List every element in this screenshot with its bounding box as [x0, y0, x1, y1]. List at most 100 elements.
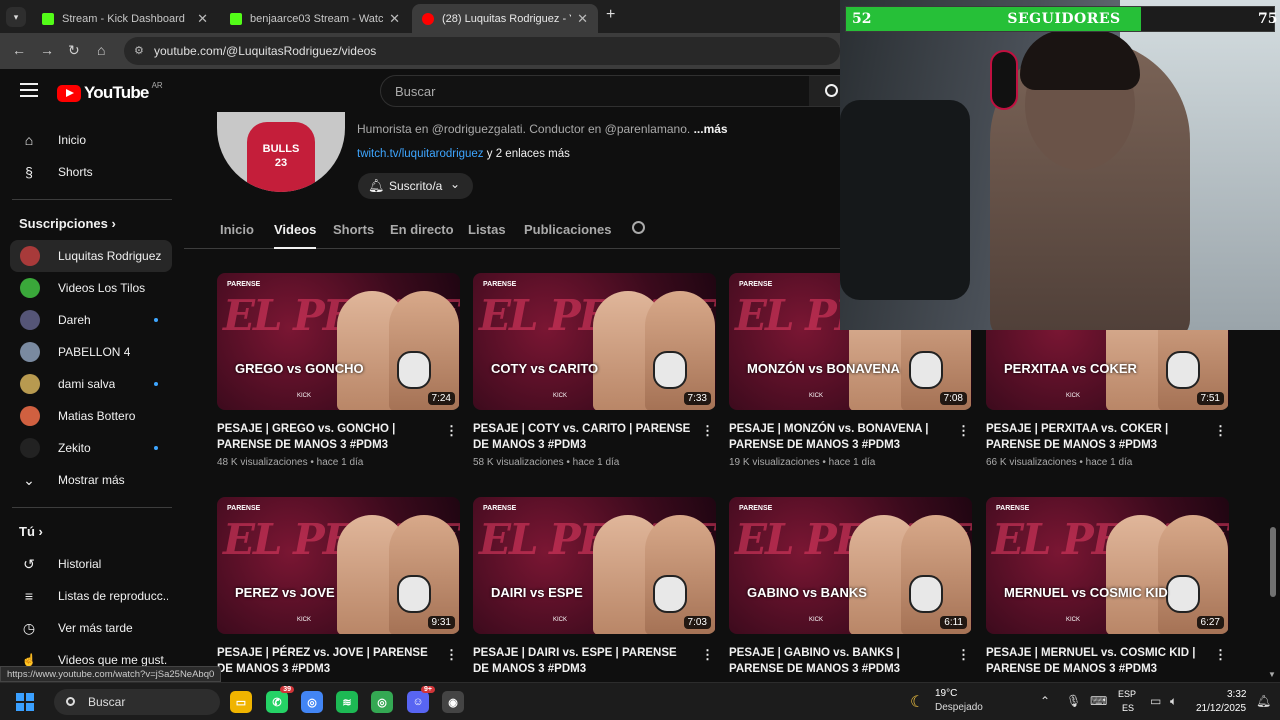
thumb-names: MERNUEL vs COSMIC KID: [1004, 585, 1168, 600]
site-info-icon[interactable]: ⚙: [134, 44, 144, 57]
video-title[interactable]: PESAJE | PERXITAA vs. COKER | PARENSE DE…: [986, 421, 1208, 453]
tab-listas[interactable]: Listas: [468, 222, 506, 237]
discord-icon[interactable]: ☺ 9+: [407, 686, 435, 713]
sidebar-subscription-item[interactable]: Zekito: [10, 432, 172, 464]
more-options-icon[interactable]: ⋮: [445, 647, 458, 663]
subscribed-button[interactable]: 🔔︎ Suscrito/a ⌄: [358, 173, 473, 199]
keyboard-icon[interactable]: ⌨: [1090, 694, 1107, 708]
video-card[interactable]: PARENSEEL PESAJEDAIRI vs ESPEKICK7:03 PES…: [473, 497, 716, 687]
sidebar-subscription-item[interactable]: Dareh: [10, 304, 172, 336]
more-options-icon[interactable]: ⋮: [701, 647, 714, 663]
video-thumbnail[interactable]: PARENSEEL PESAJEMERNUEL vs COSMIC KIDKIC…: [986, 497, 1229, 634]
channel-description[interactable]: Humorista en @rodriguezgalati. Conductor…: [357, 122, 728, 136]
sidebar-subscription-item[interactable]: Videos Los Tilos: [10, 272, 172, 304]
sidebar-subscription-item[interactable]: Matias Bottero: [10, 400, 172, 432]
forward-icon[interactable]: →: [40, 42, 54, 58]
chevron-up-icon[interactable]: ⌃: [1040, 694, 1050, 708]
video-title[interactable]: PESAJE | DAIRI vs. ESPE | PARENSE DE MAN…: [473, 645, 695, 677]
url-field[interactable]: ⚙ youtube.com/@LuquitasRodriguez/videos: [124, 37, 840, 65]
search-input[interactable]: Buscar: [380, 75, 810, 107]
browser-tab-1[interactable]: Stream - Kick Dashboard ✕: [32, 4, 218, 33]
weather-temp[interactable]: 19°C: [935, 688, 957, 699]
video-card[interactable]: PARENSEEL PESAJEMERNUEL vs COSMIC KIDKIC…: [986, 497, 1229, 687]
more-options-icon[interactable]: ⋮: [1214, 423, 1227, 439]
tab-publicaciones[interactable]: Publicaciones: [524, 222, 611, 237]
sidebar-subscription-item[interactable]: PABELLON 4: [10, 336, 172, 368]
file-explorer-icon[interactable]: ▭: [230, 691, 252, 713]
new-tab-button[interactable]: +: [606, 6, 615, 24]
tab-search-icon[interactable]: ▾: [6, 7, 26, 27]
close-icon[interactable]: ✕: [389, 11, 400, 27]
video-card[interactable]: PARENSEEL PESAJEGREGO vs GONCHOKICK7:24 P…: [217, 273, 460, 468]
windows-start-icon[interactable]: [16, 693, 34, 711]
volume-icon[interactable]: 🔈︎: [1170, 694, 1177, 709]
video-title[interactable]: PESAJE | MONZÓN vs. BONAVENA | PARENSE D…: [729, 421, 951, 453]
sidebar-item-historial[interactable]: ↺ Historial: [10, 548, 172, 580]
scroll-down-icon[interactable]: ▼: [1268, 670, 1276, 679]
video-meta: 66 K visualizaciones • hace 1 día: [986, 457, 1133, 468]
sidebar-item-shorts[interactable]: § Shorts: [10, 156, 172, 188]
bio-more-link[interactable]: ...más: [694, 122, 728, 136]
browser-tab-2[interactable]: benjaarce03 Stream - Watch Live on Kick …: [220, 4, 410, 33]
more-links[interactable]: y 2 enlaces más: [487, 148, 570, 160]
obs-icon[interactable]: ◉: [442, 691, 464, 713]
video-title[interactable]: PESAJE | COTY vs. CARITO | PARENSE DE MA…: [473, 421, 695, 453]
channel-link[interactable]: twitch.tv/luquitarodriguez: [357, 148, 484, 160]
video-title[interactable]: PESAJE | GABINO vs. BANKS | PARENSE DE M…: [729, 645, 951, 677]
notification-bell-icon[interactable]: 🔔︎: [1256, 694, 1271, 708]
youtube-logo[interactable]: YouTube AR: [57, 81, 163, 103]
video-card[interactable]: PARENSEEL PESAJEGABINO vs BANKSKICK6:11 P…: [729, 497, 972, 687]
video-card[interactable]: PARENSEEL PESAJEPEREZ vs JOVEKICK9:31 PES…: [217, 497, 460, 687]
subscriptions-heading[interactable]: Suscripciones ›: [19, 216, 116, 231]
more-options-icon[interactable]: ⋮: [957, 647, 970, 663]
tab-videos[interactable]: Videos: [274, 222, 317, 249]
channel-search-icon[interactable]: [632, 221, 645, 234]
browser-tab-3[interactable]: (28) Luquitas Rodriguez - YouTube ✕: [412, 4, 598, 33]
sidebar-item-inicio[interactable]: ⌂ Inicio: [10, 124, 172, 156]
language-bottom[interactable]: ES: [1122, 703, 1134, 713]
video-thumbnail[interactable]: PARENSEEL PESAJECOTY vs CARITOKICK7:33: [473, 273, 716, 410]
video-title[interactable]: PESAJE | GREGO vs. GONCHO | PARENSE DE M…: [217, 421, 439, 453]
network-icon[interactable]: ▭: [1150, 694, 1161, 708]
back-icon[interactable]: ←: [12, 42, 26, 58]
spotify-icon[interactable]: ≋: [336, 691, 358, 713]
followers-goal: 75: [1258, 11, 1278, 27]
chrome-icon[interactable]: ◎: [301, 691, 323, 713]
close-icon[interactable]: ✕: [577, 11, 588, 27]
tab-inicio[interactable]: Inicio: [220, 222, 254, 237]
taskbar-search[interactable]: Buscar: [54, 689, 220, 715]
video-thumbnail[interactable]: PARENSEEL PESAJEGABINO vs BANKSKICK6:11: [729, 497, 972, 634]
clock-time[interactable]: 3:32: [1227, 689, 1246, 700]
moon-icon[interactable]: ☾: [910, 692, 924, 712]
more-options-icon[interactable]: ⋮: [701, 423, 714, 439]
menu-icon[interactable]: [20, 83, 38, 101]
chrome-profile-icon[interactable]: ◎: [371, 691, 393, 713]
page-scrollbar[interactable]: [1270, 527, 1276, 597]
tab-shorts[interactable]: Shorts: [333, 222, 374, 237]
channel-avatar[interactable]: BULLS 23: [217, 112, 345, 192]
sidebar-subscription-item[interactable]: Luquitas Rodriguez: [10, 240, 172, 272]
language-top[interactable]: ESP: [1118, 689, 1136, 699]
clock-date[interactable]: 21/12/2025: [1196, 703, 1246, 714]
video-thumbnail[interactable]: PARENSEEL PESAJEGREGO vs GONCHOKICK7:24: [217, 273, 460, 410]
whatsapp-icon[interactable]: ✆ 39: [266, 686, 294, 713]
tab-en-directo[interactable]: En directo: [390, 222, 454, 237]
more-options-icon[interactable]: ⋮: [445, 423, 458, 439]
home-icon[interactable]: ⌂: [97, 42, 105, 58]
more-options-icon[interactable]: ⋮: [1214, 647, 1227, 663]
video-card[interactable]: PARENSEEL PESAJECOTY vs CARITOKICK7:33 PE…: [473, 273, 716, 468]
video-thumbnail[interactable]: PARENSEEL PESAJEPEREZ vs JOVEKICK9:31: [217, 497, 460, 634]
show-more-button[interactable]: ⌄ Mostrar más: [10, 464, 172, 496]
weather-desc[interactable]: Despejado: [935, 702, 983, 713]
video-title[interactable]: PESAJE | PÉREZ vs. JOVE | PARENSE DE MAN…: [217, 645, 439, 677]
more-options-icon[interactable]: ⋮: [957, 423, 970, 439]
reload-icon[interactable]: ↻: [68, 42, 80, 59]
video-title[interactable]: PESAJE | MERNUEL vs. COSMIC KID | PARENS…: [986, 645, 1208, 677]
sidebar-item-playlists[interactable]: ≡ Listas de reproducc...: [10, 580, 172, 612]
sidebar-item-watch-later[interactable]: ◷ Ver más tarde: [10, 612, 172, 644]
you-heading[interactable]: Tú ›: [19, 524, 43, 539]
close-icon[interactable]: ✕: [197, 11, 208, 27]
microphone-icon[interactable]: 🎙︎: [1066, 694, 1081, 708]
video-thumbnail[interactable]: PARENSEEL PESAJEDAIRI vs ESPEKICK7:03: [473, 497, 716, 634]
sidebar-subscription-item[interactable]: dami salva: [10, 368, 172, 400]
